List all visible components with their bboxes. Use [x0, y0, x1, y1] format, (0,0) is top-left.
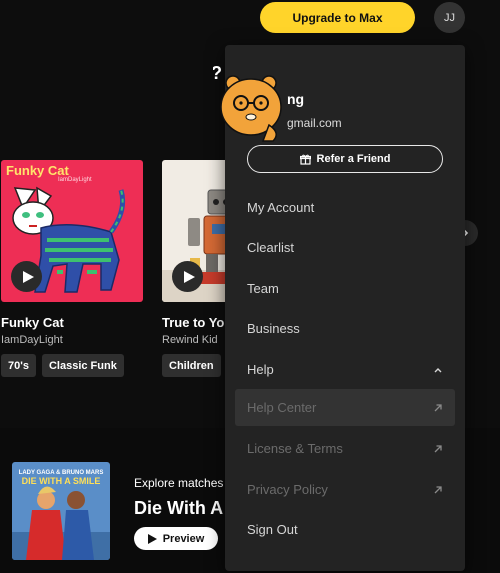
refer-button-label: Refer a Friend	[316, 153, 391, 165]
external-link-icon	[434, 403, 442, 411]
play-button[interactable]	[172, 261, 203, 292]
menu-item-label: Clearlist	[247, 240, 294, 255]
user-email: gmail.com	[287, 116, 342, 130]
menu-item-clearlist[interactable]: Clearlist	[235, 229, 455, 266]
menu-item-help[interactable]: Help	[235, 351, 455, 388]
chevron-up-icon	[434, 367, 442, 372]
tag[interactable]: 70's	[1, 354, 36, 377]
menu-item-sign-out[interactable]: Sign Out	[235, 511, 455, 548]
preview-button[interactable]: Preview	[134, 527, 218, 550]
menu-item-label: Business	[247, 321, 300, 336]
feature-cover-art[interactable]: LADY GAGA & BRUNO MARS DIE WITH A SMILE	[12, 462, 110, 560]
mascot-illustration: ?	[213, 63, 282, 142]
play-icon	[22, 270, 34, 283]
menu-item-label: Team	[247, 281, 279, 296]
menu-item-label: Help Center	[247, 400, 317, 415]
menu-item-label: Help	[247, 362, 274, 377]
svg-text:?: ?	[213, 63, 222, 83]
menu-item-team[interactable]: Team	[235, 270, 455, 307]
account-menu: ? ng gmail.com Refer a Friend My Account…	[213, 45, 465, 571]
gift-icon	[299, 154, 311, 165]
menu-item-help-center[interactable]: Help Center	[235, 389, 455, 426]
album-art[interactable]: Funky Cat IamDayLight	[1, 160, 143, 302]
play-icon	[183, 270, 195, 283]
menu-item-label: Privacy Policy	[247, 482, 328, 497]
tag[interactable]: Children	[162, 354, 221, 377]
cover-illustration	[12, 486, 110, 560]
menu-item-license-terms[interactable]: License & Terms	[235, 430, 455, 467]
play-button[interactable]	[11, 261, 42, 292]
tag[interactable]: Classic Funk	[41, 354, 124, 377]
feature-kicker: Explore matches	[134, 476, 224, 490]
refer-a-friend-button[interactable]: Refer a Friend	[247, 145, 443, 173]
avatar[interactable]: JJ	[434, 2, 465, 33]
menu-item-label: Sign Out	[247, 522, 298, 537]
external-link-icon	[434, 444, 442, 452]
preview-button-label: Preview	[162, 532, 205, 545]
track-card[interactable]: Funky Cat IamDayLight Funky Cat IamDayLi…	[1, 160, 143, 377]
feature-title[interactable]: Die With A	[134, 498, 223, 519]
external-link-icon	[434, 485, 442, 493]
card-title[interactable]: Funky Cat	[1, 315, 143, 330]
play-icon	[147, 533, 157, 544]
menu-item-business[interactable]: Business	[235, 310, 455, 347]
menu-item-my-account[interactable]: My Account	[235, 189, 455, 226]
upgrade-button[interactable]: Upgrade to Max	[260, 2, 415, 33]
card-artist[interactable]: IamDayLight	[1, 334, 143, 346]
menu-item-privacy-policy[interactable]: Privacy Policy	[235, 471, 455, 508]
menu-item-label: My Account	[247, 200, 315, 215]
user-name: ng	[287, 91, 305, 107]
menu-item-label: License & Terms	[247, 441, 343, 456]
